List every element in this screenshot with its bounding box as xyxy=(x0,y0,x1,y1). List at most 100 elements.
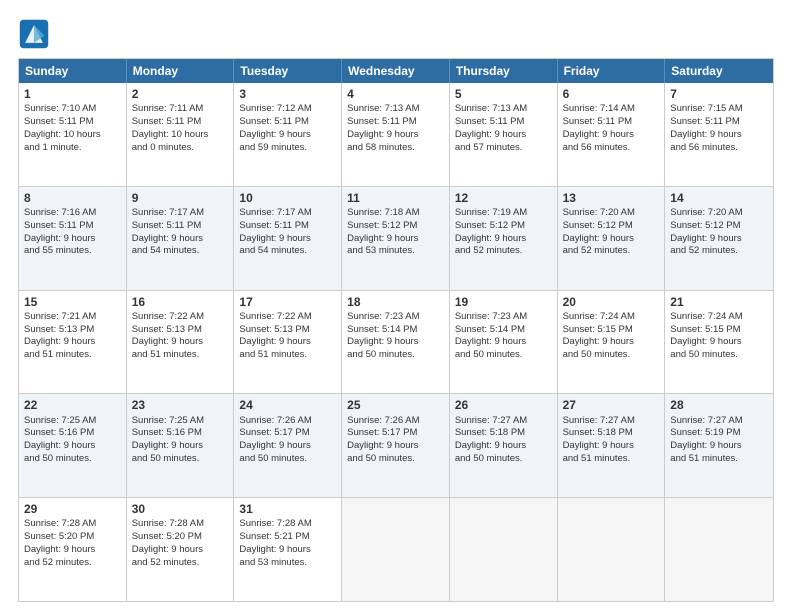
day-number: 7 xyxy=(670,86,768,102)
day-info-line: Sunrise: 7:25 AM xyxy=(24,415,121,428)
day-info-line: Daylight: 10 hours xyxy=(132,129,229,142)
day-number: 22 xyxy=(24,397,121,413)
day-info-line: Sunset: 5:14 PM xyxy=(455,324,552,337)
day-info-line: Sunset: 5:11 PM xyxy=(132,220,229,233)
day-info-line: Sunrise: 7:23 AM xyxy=(347,311,444,324)
day-cell-25: 25Sunrise: 7:26 AMSunset: 5:17 PMDayligh… xyxy=(342,394,450,497)
day-info-line: Daylight: 9 hours xyxy=(670,233,768,246)
day-info-line: and 50 minutes. xyxy=(670,349,768,362)
day-info-line: Sunset: 5:13 PM xyxy=(24,324,121,337)
day-info-line: Sunset: 5:11 PM xyxy=(24,220,121,233)
day-info-line: Daylight: 9 hours xyxy=(239,440,336,453)
day-info-line: Daylight: 9 hours xyxy=(24,336,121,349)
day-info-line: Sunset: 5:18 PM xyxy=(455,427,552,440)
day-cell-1: 1Sunrise: 7:10 AMSunset: 5:11 PMDaylight… xyxy=(19,83,127,186)
day-number: 15 xyxy=(24,294,121,310)
day-info-line: Daylight: 9 hours xyxy=(347,129,444,142)
calendar-row-3: 15Sunrise: 7:21 AMSunset: 5:13 PMDayligh… xyxy=(19,290,773,394)
day-number: 5 xyxy=(455,86,552,102)
day-info-line: and 50 minutes. xyxy=(239,453,336,466)
day-info-line: Sunset: 5:12 PM xyxy=(347,220,444,233)
day-info-line: Daylight: 10 hours xyxy=(24,129,121,142)
day-number: 6 xyxy=(563,86,660,102)
day-info-line: Daylight: 9 hours xyxy=(563,233,660,246)
day-info-line: Sunset: 5:12 PM xyxy=(455,220,552,233)
day-info-line: Sunset: 5:16 PM xyxy=(132,427,229,440)
day-info-line: Daylight: 9 hours xyxy=(347,440,444,453)
day-cell-17: 17Sunrise: 7:22 AMSunset: 5:13 PMDayligh… xyxy=(234,291,342,394)
day-info-line: Daylight: 9 hours xyxy=(132,233,229,246)
day-info-line: Sunset: 5:20 PM xyxy=(132,531,229,544)
day-info-line: Sunrise: 7:25 AM xyxy=(132,415,229,428)
day-info-line: and 56 minutes. xyxy=(670,142,768,155)
day-info-line: and 50 minutes. xyxy=(347,453,444,466)
day-cell-9: 9Sunrise: 7:17 AMSunset: 5:11 PMDaylight… xyxy=(127,187,235,290)
day-number: 2 xyxy=(132,86,229,102)
day-info-line: Daylight: 9 hours xyxy=(24,233,121,246)
day-number: 29 xyxy=(24,501,121,517)
day-info-line: Sunset: 5:12 PM xyxy=(670,220,768,233)
day-info-line: Sunset: 5:11 PM xyxy=(563,116,660,129)
day-info-line: Sunset: 5:17 PM xyxy=(239,427,336,440)
day-info-line: Sunset: 5:20 PM xyxy=(24,531,121,544)
day-info-line: Daylight: 9 hours xyxy=(24,440,121,453)
empty-cell xyxy=(665,498,773,601)
header-day-thursday: Thursday xyxy=(450,59,558,83)
day-info-line: Sunset: 5:18 PM xyxy=(563,427,660,440)
day-info-line: and 57 minutes. xyxy=(455,142,552,155)
day-info-line: Daylight: 9 hours xyxy=(670,129,768,142)
day-number: 14 xyxy=(670,190,768,206)
day-cell-23: 23Sunrise: 7:25 AMSunset: 5:16 PMDayligh… xyxy=(127,394,235,497)
day-info-line: Daylight: 9 hours xyxy=(670,440,768,453)
day-info-line: Sunrise: 7:11 AM xyxy=(132,103,229,116)
day-info-line: Sunrise: 7:12 AM xyxy=(239,103,336,116)
day-info-line: Sunrise: 7:20 AM xyxy=(563,207,660,220)
day-info-line: Sunset: 5:19 PM xyxy=(670,427,768,440)
day-info-line: Sunset: 5:13 PM xyxy=(239,324,336,337)
day-info-line: and 0 minutes. xyxy=(132,142,229,155)
day-info-line: and 52 minutes. xyxy=(132,557,229,570)
day-info-line: and 52 minutes. xyxy=(455,245,552,258)
calendar-body: 1Sunrise: 7:10 AMSunset: 5:11 PMDaylight… xyxy=(19,83,773,601)
day-info-line: and 50 minutes. xyxy=(24,453,121,466)
day-number: 10 xyxy=(239,190,336,206)
calendar-row-4: 22Sunrise: 7:25 AMSunset: 5:16 PMDayligh… xyxy=(19,393,773,497)
empty-cell xyxy=(450,498,558,601)
day-number: 4 xyxy=(347,86,444,102)
header-day-sunday: Sunday xyxy=(19,59,127,83)
day-number: 26 xyxy=(455,397,552,413)
day-number: 8 xyxy=(24,190,121,206)
day-cell-15: 15Sunrise: 7:21 AMSunset: 5:13 PMDayligh… xyxy=(19,291,127,394)
day-cell-16: 16Sunrise: 7:22 AMSunset: 5:13 PMDayligh… xyxy=(127,291,235,394)
day-info-line: and 51 minutes. xyxy=(670,453,768,466)
header-day-saturday: Saturday xyxy=(665,59,773,83)
day-info-line: Sunset: 5:17 PM xyxy=(347,427,444,440)
day-cell-28: 28Sunrise: 7:27 AMSunset: 5:19 PMDayligh… xyxy=(665,394,773,497)
day-number: 17 xyxy=(239,294,336,310)
day-info-line: Sunrise: 7:22 AM xyxy=(239,311,336,324)
day-info-line: Sunset: 5:11 PM xyxy=(239,116,336,129)
day-cell-13: 13Sunrise: 7:20 AMSunset: 5:12 PMDayligh… xyxy=(558,187,666,290)
day-info-line: Daylight: 9 hours xyxy=(239,233,336,246)
day-number: 20 xyxy=(563,294,660,310)
day-cell-20: 20Sunrise: 7:24 AMSunset: 5:15 PMDayligh… xyxy=(558,291,666,394)
calendar-row-1: 1Sunrise: 7:10 AMSunset: 5:11 PMDaylight… xyxy=(19,83,773,186)
day-info-line: Daylight: 9 hours xyxy=(455,336,552,349)
day-cell-18: 18Sunrise: 7:23 AMSunset: 5:14 PMDayligh… xyxy=(342,291,450,394)
day-cell-24: 24Sunrise: 7:26 AMSunset: 5:17 PMDayligh… xyxy=(234,394,342,497)
day-info-line: Sunrise: 7:21 AM xyxy=(24,311,121,324)
day-cell-12: 12Sunrise: 7:19 AMSunset: 5:12 PMDayligh… xyxy=(450,187,558,290)
day-info-line: Daylight: 9 hours xyxy=(239,336,336,349)
day-info-line: and 56 minutes. xyxy=(563,142,660,155)
day-info-line: Sunrise: 7:26 AM xyxy=(347,415,444,428)
day-info-line: Sunset: 5:11 PM xyxy=(24,116,121,129)
page: SundayMondayTuesdayWednesdayThursdayFrid… xyxy=(0,0,792,612)
day-cell-10: 10Sunrise: 7:17 AMSunset: 5:11 PMDayligh… xyxy=(234,187,342,290)
day-number: 19 xyxy=(455,294,552,310)
day-number: 13 xyxy=(563,190,660,206)
day-info-line: and 59 minutes. xyxy=(239,142,336,155)
day-info-line: Sunrise: 7:28 AM xyxy=(132,518,229,531)
day-info-line: Sunrise: 7:17 AM xyxy=(239,207,336,220)
day-info-line: and 54 minutes. xyxy=(132,245,229,258)
day-cell-26: 26Sunrise: 7:27 AMSunset: 5:18 PMDayligh… xyxy=(450,394,558,497)
